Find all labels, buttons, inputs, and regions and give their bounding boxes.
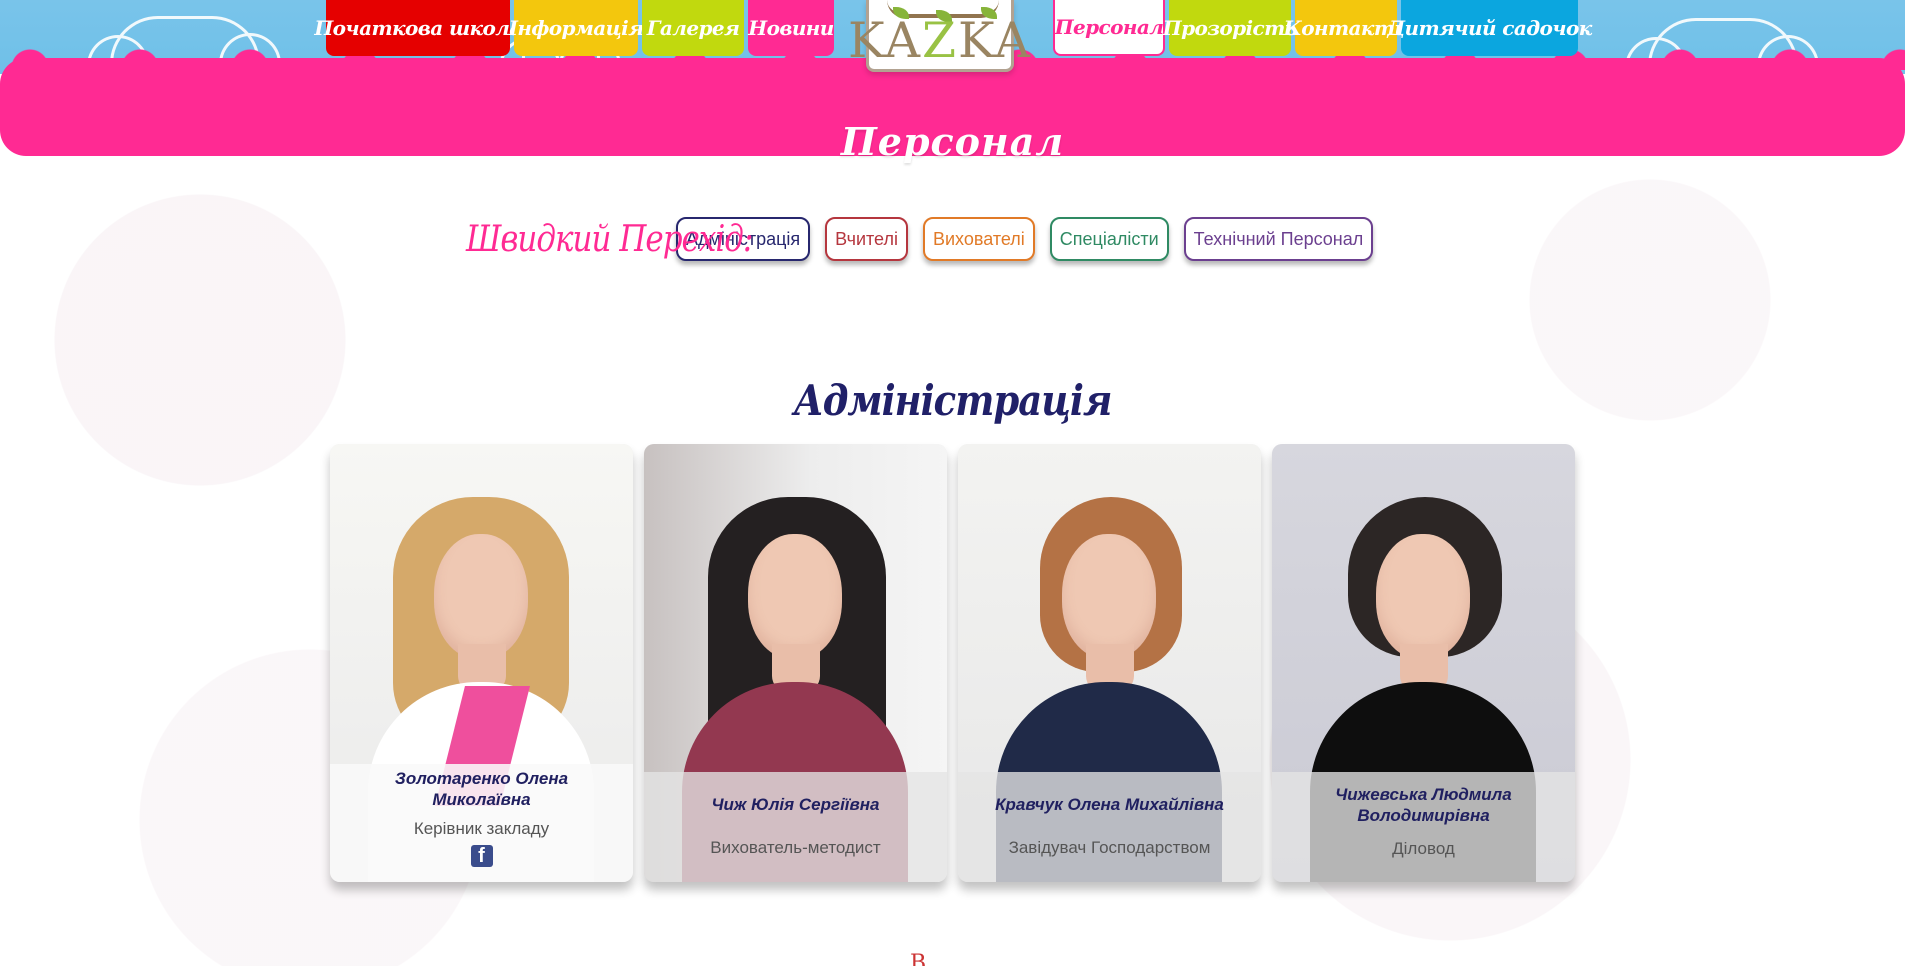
nav-information[interactable]: Інформація: [509, 0, 644, 56]
portrait-face: [434, 534, 528, 659]
quick-link-educators[interactable]: Вихователі: [922, 217, 1035, 261]
quick-link-teachers[interactable]: Вчителі: [825, 217, 908, 261]
quick-navigation-label: Швидкий Перехід:: [466, 217, 753, 261]
portrait-face: [1062, 534, 1156, 659]
staff-page: Початкова школа Інформація Галерея Новин…: [0, 0, 1905, 966]
nav-gallery[interactable]: Галерея: [642, 0, 744, 56]
staff-role: Завідувач Господарством: [1008, 838, 1211, 857]
quick-navigation: Швидкий Перехід: Адміністрація Вчителі В…: [466, 216, 1374, 262]
staff-name: Золотаренко Олена Миколаївна: [394, 769, 569, 809]
staff-card[interactable]: Золотаренко Олена Миколаївна Керівник за…: [330, 444, 633, 882]
facebook-icon[interactable]: f: [470, 845, 493, 867]
primary-navigation-left: Початкова школа Інформація Галерея Новин…: [314, 0, 834, 56]
staff-role: Керівник закладу: [413, 819, 550, 838]
nav-transparency[interactable]: Прозорість: [1163, 0, 1298, 56]
nav-primary-school[interactable]: Початкова школа: [314, 0, 522, 56]
staff-card[interactable]: Чиж Юлія Сергіївна Вихователь-методист: [644, 444, 947, 882]
page-title: Персонал: [840, 119, 1065, 165]
administration-staff-cards: Золотаренко Олена Миколаївна Керівник за…: [330, 444, 1575, 882]
next-section-title-fragment: В: [910, 951, 927, 966]
staff-name: Чиж Юлія Сергіївна: [711, 795, 880, 814]
nav-contacts[interactable]: Контакти: [1284, 0, 1409, 56]
portrait-face: [748, 534, 842, 659]
staff-card[interactable]: Чижевська Людмила Володимирівна Діловод: [1272, 444, 1575, 882]
staff-card-info: Чижевська Людмила Володимирівна Діловод: [1272, 772, 1575, 882]
nav-kindergarten[interactable]: Дитячий садочок: [1387, 0, 1592, 56]
site-header: Початкова школа Інформація Галерея Новин…: [0, 0, 1905, 164]
quick-link-technical-staff[interactable]: Технічний Персонал: [1183, 217, 1374, 261]
staff-role: Вихователь-методист: [710, 838, 881, 857]
administration-section-title: Адміністрація: [793, 374, 1113, 425]
quick-link-specialists[interactable]: Спеціалісти: [1049, 217, 1169, 261]
nav-staff[interactable]: Персонал: [1053, 0, 1165, 56]
primary-navigation-right: Персонал Прозорість Контакти Дитячий сад…: [1053, 0, 1592, 56]
staff-name: Чижевська Людмила Володимирівна: [1335, 785, 1512, 825]
logo-wordmark: KAZKA: [847, 12, 1033, 69]
staff-name: Кравчук Олена Михайлівна: [995, 795, 1224, 814]
staff-card-info: Чиж Юлія Сергіївна Вихователь-методист: [644, 772, 947, 882]
staff-role: Діловод: [1392, 839, 1455, 858]
staff-card-info: Кравчук Олена Михайлівна Завідувач Госпо…: [958, 772, 1261, 882]
nav-news[interactable]: Новини: [748, 0, 834, 56]
staff-card-info: Золотаренко Олена Миколаївна Керівник за…: [330, 764, 633, 882]
kazka-logo[interactable]: KAZKA: [848, 0, 1030, 72]
portrait-face: [1376, 534, 1470, 659]
staff-card[interactable]: Кравчук Олена Михайлівна Завідувач Госпо…: [958, 444, 1261, 882]
